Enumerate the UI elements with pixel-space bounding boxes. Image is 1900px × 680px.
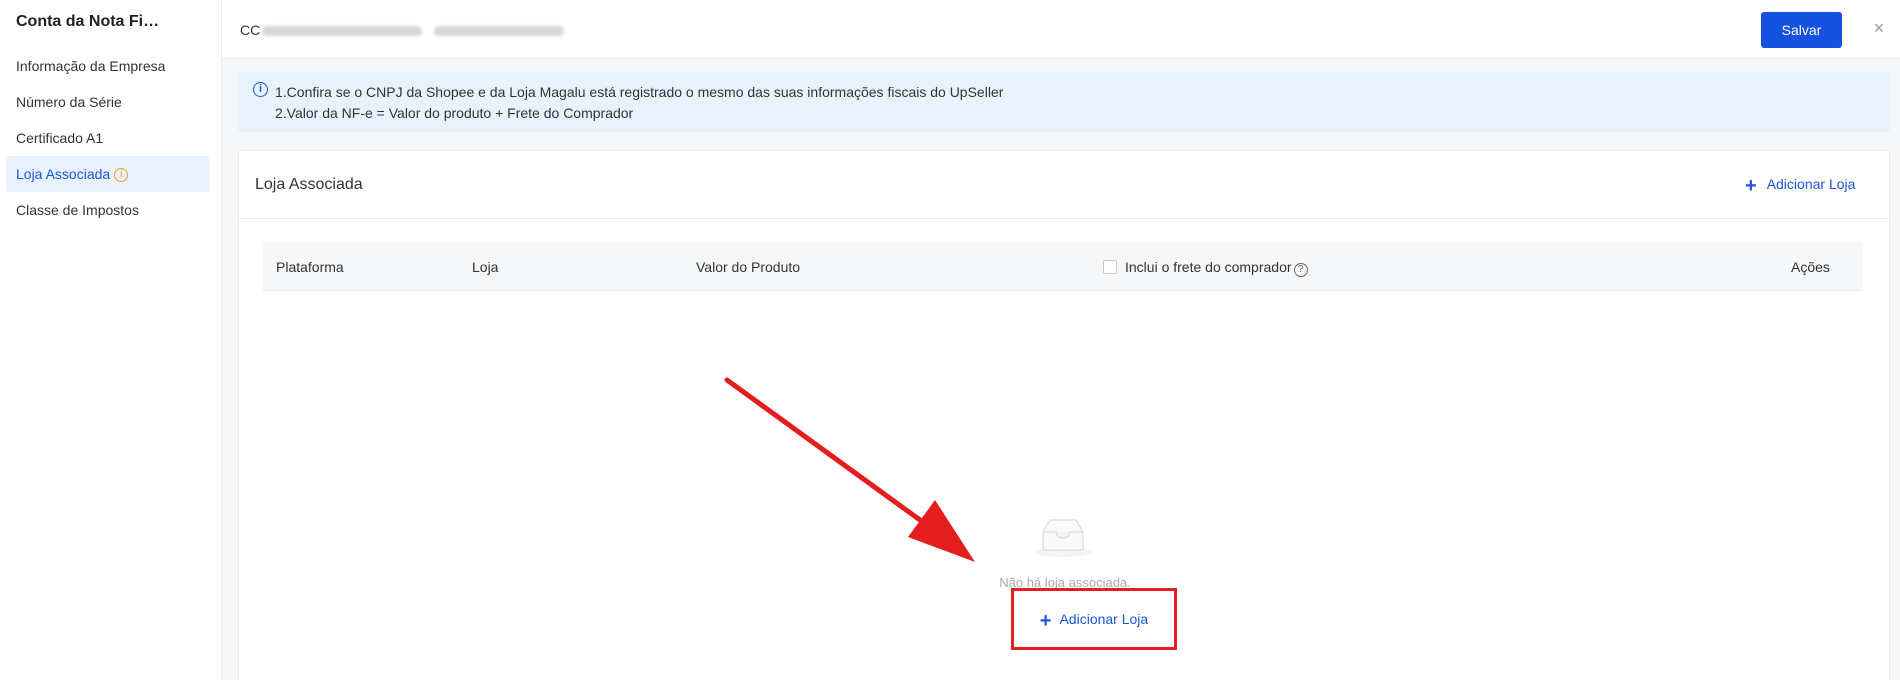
column-actions: Ações [1791, 259, 1830, 275]
redacted-company-name [262, 26, 423, 37]
empty-add-store-button[interactable]: + Adicionar Loja [1011, 588, 1177, 650]
close-icon[interactable]: × [1869, 18, 1889, 38]
redacted-cnpj [434, 26, 565, 37]
sidebar-item-associated-store[interactable]: Loja Associada i [6, 156, 209, 192]
notice-line-1: 1.Confira se o CNPJ da Shopee e da Loja … [275, 84, 1004, 100]
sidebar-item-company-info[interactable]: Informação da Empresa [6, 48, 209, 84]
add-store-button[interactable]: + Adicionar Loja [1745, 175, 1855, 198]
main-content: i 1.Confira se o CNPJ da Shopee e da Loj… [222, 59, 1900, 680]
notice-line-2: 2.Valor da NF-e = Valor do produto + Fre… [275, 105, 634, 121]
sidebar-item-label: Certificado A1 [16, 130, 104, 146]
column-include-shipping: Inclui o frete do comprador? [1103, 259, 1308, 277]
sidebar-item-tax-class[interactable]: Classe de Impostos [6, 192, 209, 228]
sidebar-item-series-number[interactable]: Número da Série [6, 84, 209, 120]
sidebar-nav: Informação da Empresa Número da Série Ce… [6, 48, 209, 228]
info-icon: i [253, 82, 268, 97]
sidebar-item-label: Loja Associada [16, 166, 111, 182]
company-name-prefix: CC [240, 22, 261, 38]
column-platform: Plataforma [276, 259, 344, 275]
add-store-label: Adicionar Loja [1766, 176, 1856, 192]
associated-store-card: Loja Associada + Adicionar Loja Plataform… [238, 150, 1890, 680]
plus-icon: + [1039, 610, 1052, 632]
sidebar-item-certificate[interactable]: Certificado A1 [6, 120, 209, 156]
plus-icon: + [1745, 175, 1757, 197]
include-shipping-label: Inclui o frete do comprador [1125, 259, 1292, 275]
sidebar-item-label: Classe de Impostos [16, 202, 139, 218]
card-header: Loja Associada + Adicionar Loja [239, 151, 1889, 219]
question-icon[interactable]: ? [1293, 263, 1308, 277]
sidebar-item-label: Informação da Empresa [16, 58, 166, 74]
warning-info-icon: i [114, 168, 129, 183]
include-shipping-checkbox[interactable] [1103, 260, 1117, 274]
sidebar-title: Conta da Nota Fi… [16, 13, 160, 30]
company-name: CC [240, 22, 565, 38]
column-product-value: Valor do Produto [696, 259, 801, 275]
card-title: Loja Associada [255, 176, 363, 193]
table-header: Plataforma Loja Valor do Produto Inclui … [263, 243, 1863, 291]
sidebar-item-label: Número da Série [16, 94, 122, 110]
column-store: Loja [472, 259, 499, 275]
empty-add-store-label: Adicionar Loja [1059, 611, 1149, 627]
info-notice: i 1.Confira se o CNPJ da Shopee e da Loj… [238, 72, 1890, 132]
header: CC Salvar × [222, 0, 1900, 59]
save-button[interactable]: Salvar [1761, 12, 1842, 48]
empty-inbox-icon [1035, 519, 1091, 557]
sidebar: Conta da Nota Fi… Informação da Empresa … [0, 0, 222, 680]
